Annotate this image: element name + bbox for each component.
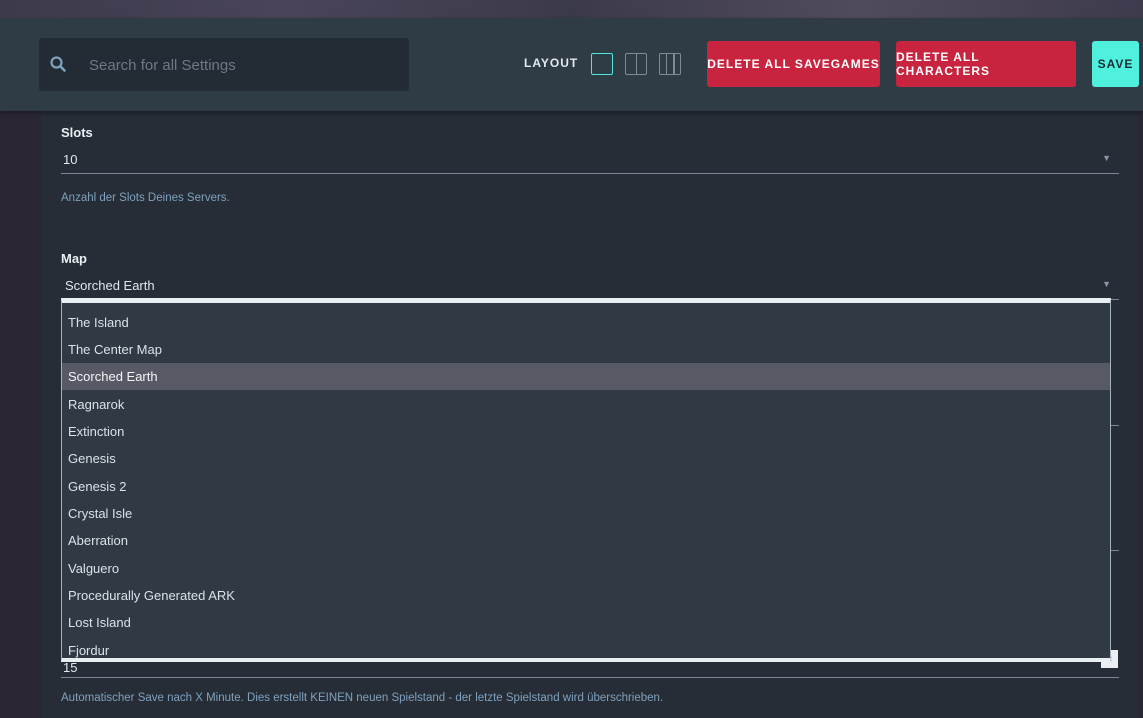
- settings-toolbar: LAYOUT DELETE ALL SAVEGAMES DELETE ALL C…: [0, 18, 1143, 111]
- delete-all-savegames-button[interactable]: DELETE ALL SAVEGAMES: [707, 41, 880, 87]
- field-underline: [1111, 550, 1119, 551]
- header-background-image: [0, 0, 1143, 18]
- save-label: SAVE: [1097, 57, 1134, 71]
- layout-label: LAYOUT: [524, 56, 579, 70]
- map-option[interactable]: Genesis 2: [62, 473, 1110, 500]
- map-option[interactable]: Crystal Isle: [62, 500, 1110, 527]
- map-option[interactable]: The Center Map: [62, 336, 1110, 363]
- map-option[interactable]: The Island: [62, 309, 1110, 336]
- layout-two-column-button[interactable]: [625, 53, 647, 75]
- slots-select[interactable]: 10 ▼: [61, 148, 1119, 174]
- slots-label: Slots: [61, 125, 93, 140]
- search-input[interactable]: [89, 52, 389, 78]
- chevron-down-icon: ▼: [1102, 279, 1111, 289]
- layout-three-column-button[interactable]: [659, 53, 681, 75]
- slots-help-text: Anzahl der Slots Deines Servers.: [61, 192, 230, 204]
- layout-single-column-button[interactable]: [591, 53, 613, 75]
- map-option[interactable]: Fjordur: [62, 637, 1110, 664]
- map-option[interactable]: Aberration: [62, 527, 1110, 554]
- map-label: Map: [61, 251, 87, 266]
- map-option[interactable]: Valguero: [62, 555, 1110, 582]
- map-dropdown-list: The Island The Center Map Scorched Earth…: [61, 298, 1111, 662]
- field-underline: [1111, 425, 1119, 426]
- slots-value: 10: [63, 152, 78, 167]
- map-option[interactable]: Extinction: [62, 418, 1110, 445]
- map-option[interactable]: Lost Island: [62, 609, 1110, 636]
- delete-all-characters-label: DELETE ALL CHARACTERS: [896, 50, 990, 78]
- left-gutter: [0, 18, 41, 718]
- map-option[interactable]: Genesis: [62, 445, 1110, 472]
- map-option[interactable]: Procedurally Generated ARK: [62, 582, 1110, 609]
- map-value: Scorched Earth: [65, 278, 155, 293]
- map-option[interactable]: Ragnarok: [62, 391, 1110, 418]
- delete-all-savegames-label: DELETE ALL SAVEGAMES: [707, 57, 880, 71]
- delete-all-characters-button[interactable]: DELETE ALL CHARACTERS: [896, 41, 1076, 87]
- map-select[interactable]: Scorched Earth ▼: [61, 274, 1119, 300]
- search-box[interactable]: [39, 38, 409, 91]
- chevron-down-icon: ▼: [1102, 153, 1111, 163]
- search-icon: [50, 56, 66, 72]
- autosave-help-text: Automatischer Save nach X Minute. Dies e…: [61, 692, 664, 704]
- right-gutter: [1137, 18, 1143, 718]
- map-option-selected[interactable]: Scorched Earth: [62, 363, 1110, 390]
- save-button[interactable]: SAVE: [1092, 41, 1139, 87]
